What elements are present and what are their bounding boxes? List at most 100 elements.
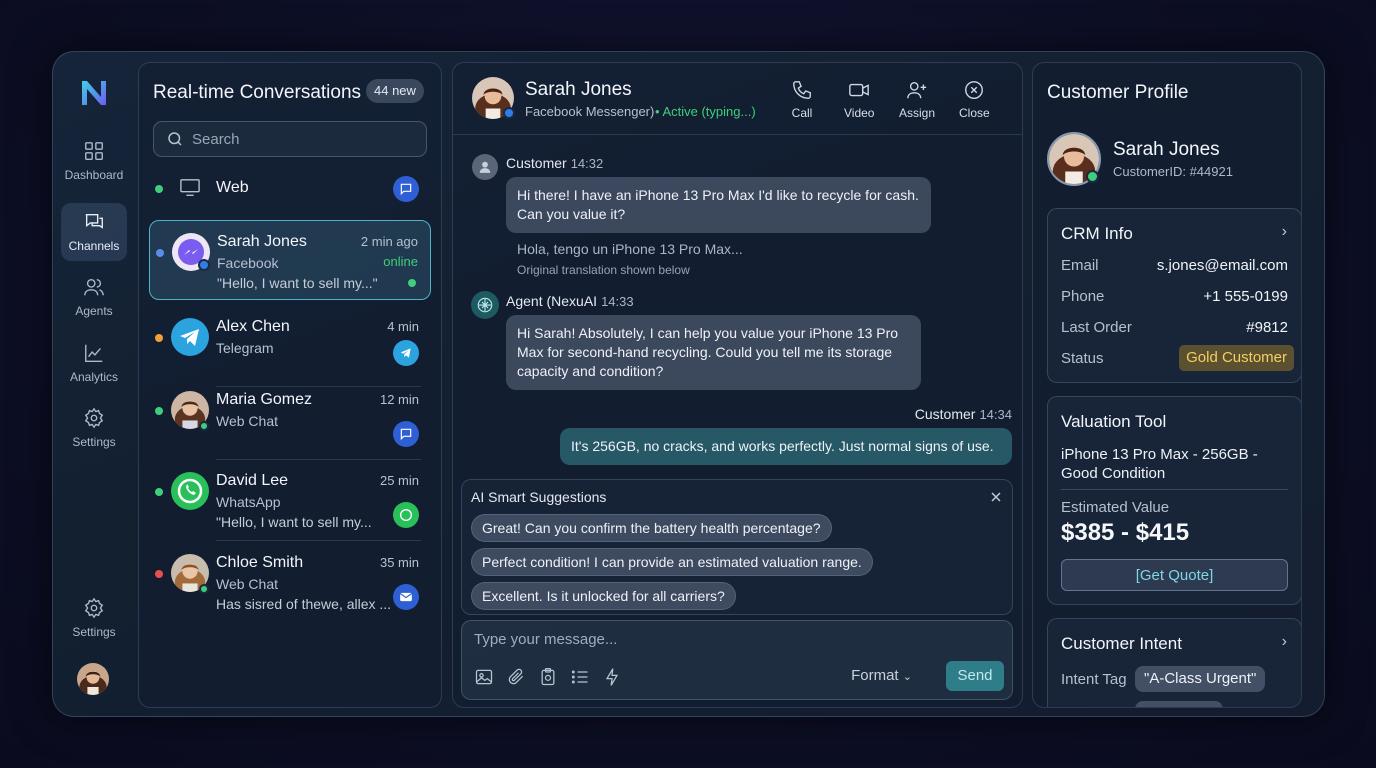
message-bubble: Hi there! I have an iPhone 13 Pro Max I'… — [506, 177, 931, 233]
contact-name: Maria Gomez — [216, 391, 313, 408]
suggestion-chip[interactable]: Perfect condition! I can provide an esti… — [471, 548, 873, 576]
search-icon — [168, 132, 182, 146]
message-composer: Format ⌄ Send — [461, 620, 1013, 700]
conversation-item-alex-chen[interactable]: Alex Chen Telegram 4 min — [149, 306, 431, 387]
close-button[interactable]: Close — [959, 79, 990, 120]
nav-label: Dashboard — [64, 168, 124, 182]
card-title: Customer Intent — [1061, 634, 1182, 653]
paperclip-icon[interactable] — [506, 667, 526, 687]
suggestion-chip[interactable]: Great! Can you confirm the battery healt… — [471, 514, 832, 542]
messenger-channel-icon — [172, 233, 210, 271]
ai-suggestions-panel: AI Smart Suggestions Great! Can you conf… — [461, 479, 1013, 615]
message-time: 14:32 — [570, 156, 604, 171]
image-icon[interactable] — [474, 667, 494, 687]
avatar-image — [77, 663, 109, 695]
contact-name: David Lee — [216, 472, 289, 489]
sender-name: Agent (NexuAI — [506, 293, 598, 309]
estimated-value: $385 - $415 — [1061, 519, 1190, 546]
translation-note: Original translation shown below — [517, 263, 690, 277]
left-nav: Dashboard Channels Agents Analytics Sett… — [53, 52, 135, 716]
assign-button[interactable]: Assign — [899, 79, 935, 120]
time-ago: 4 min — [387, 319, 419, 334]
new-count-badge: 44 new — [366, 79, 424, 103]
line-chart-icon — [85, 344, 103, 362]
online-dot — [155, 407, 163, 415]
chat-panel: Sarah Jones Facebook Messenger) • Active… — [452, 62, 1023, 708]
email-icon — [393, 584, 419, 610]
call-button[interactable]: Call — [791, 79, 813, 120]
online-dot — [408, 279, 416, 287]
email-value: s.jones@email.com — [1156, 257, 1288, 274]
send-button[interactable]: Send — [946, 661, 1004, 691]
magic-spark-icon[interactable] — [602, 667, 622, 687]
call-label: Call — [791, 106, 813, 120]
chevron-right-icon[interactable]: › — [1282, 223, 1287, 241]
get-quote-button[interactable]: [Get Quote] — [1061, 559, 1288, 591]
nav-agents[interactable]: Agents — [61, 268, 127, 326]
channel-row-web[interactable]: Web — [153, 173, 431, 205]
app-window: Dashboard Channels Agents Analytics Sett… — [52, 51, 1325, 717]
nav-settings-bottom[interactable]: Settings — [61, 589, 127, 647]
chevron-right-icon[interactable]: › — [1282, 633, 1287, 651]
nav-label: Analytics — [69, 370, 119, 384]
unread-dot — [156, 249, 164, 257]
contact-name: Sarah Jones — [525, 79, 632, 100]
assign-user-icon — [907, 81, 927, 99]
format-label: Format — [851, 667, 899, 684]
customer-profile-panel: Customer Profile Sarah Jones CustomerID:… — [1032, 62, 1302, 708]
conversation-item-maria-gomez[interactable]: Maria Gomez Web Chat 12 min — [149, 379, 431, 460]
crm-info-card: CRM Info › Email s.jones@email.com Phone… — [1047, 208, 1301, 383]
close-circle-icon — [965, 81, 984, 99]
nav-analytics[interactable]: Analytics — [61, 334, 127, 392]
grid-icon — [85, 142, 103, 160]
list-icon[interactable] — [570, 667, 590, 687]
contact-channel: WhatsApp — [216, 494, 281, 510]
suggestion-chip[interactable]: Excellent. Is it unlocked for all carrie… — [471, 582, 736, 610]
card-title: Valuation Tool — [1061, 412, 1167, 431]
divider — [1061, 489, 1288, 490]
web-label: Web — [216, 179, 249, 196]
email-label: Email — [1061, 257, 1099, 274]
whatsapp-channel-icon — [171, 472, 209, 510]
nav-label: Settings — [72, 435, 116, 449]
user-avatar[interactable] — [77, 663, 109, 695]
clipboard-icon[interactable] — [538, 667, 558, 687]
away-dot — [155, 334, 163, 342]
logo-icon — [82, 81, 106, 105]
time-ago: 12 min — [379, 392, 419, 407]
webchat-channel-icon — [393, 176, 419, 202]
last-order-value: #9812 — [1246, 319, 1288, 336]
format-dropdown[interactable]: Format ⌄ — [851, 667, 912, 684]
phone-value: +1 555-0199 — [1203, 288, 1288, 305]
monitor-icon — [180, 179, 200, 196]
sender-name: Customer — [506, 155, 567, 171]
online-dot — [199, 584, 209, 594]
intent-secondary-tag — [1135, 701, 1223, 707]
busy-dot — [155, 570, 163, 578]
video-button[interactable]: Video — [844, 79, 874, 120]
chevron-down-icon: ⌄ — [902, 671, 912, 683]
telegram-channel-icon — [171, 318, 209, 356]
close-icon[interactable] — [990, 491, 1002, 503]
search-input[interactable] — [192, 130, 412, 148]
conversation-item-sarah-jones[interactable]: Sarah Jones Facebook "Hello, I want to s… — [149, 220, 431, 300]
customer-avatar-icon — [472, 154, 498, 180]
gear-icon — [84, 407, 104, 429]
gear-icon — [84, 597, 104, 619]
nav-channels[interactable]: Channels — [61, 203, 127, 261]
nav-settings[interactable]: Settings — [61, 399, 127, 457]
conversation-item-david-lee[interactable]: David Lee WhatsApp "Hello, I want to sel… — [149, 460, 431, 541]
conversation-item-chloe-smith[interactable]: Chloe Smith Web Chat Has sisred of thewe… — [149, 542, 431, 622]
card-title: CRM Info — [1061, 224, 1133, 243]
nav-dashboard[interactable]: Dashboard — [61, 132, 127, 190]
time-ago: 25 min — [379, 473, 419, 488]
original-text: Hola, tengo un iPhone 13 Pro Max... — [517, 241, 743, 257]
close-label: Close — [959, 106, 990, 120]
message-time: 14:34 — [979, 407, 1012, 422]
whatsapp-icon — [393, 502, 419, 528]
message-time: 14:33 — [601, 294, 634, 309]
contact-channel: Web Chat — [216, 413, 278, 429]
message-input[interactable] — [474, 631, 974, 648]
assign-label: Assign — [899, 106, 936, 120]
customer-id: CustomerID: #44921 — [1113, 164, 1233, 179]
